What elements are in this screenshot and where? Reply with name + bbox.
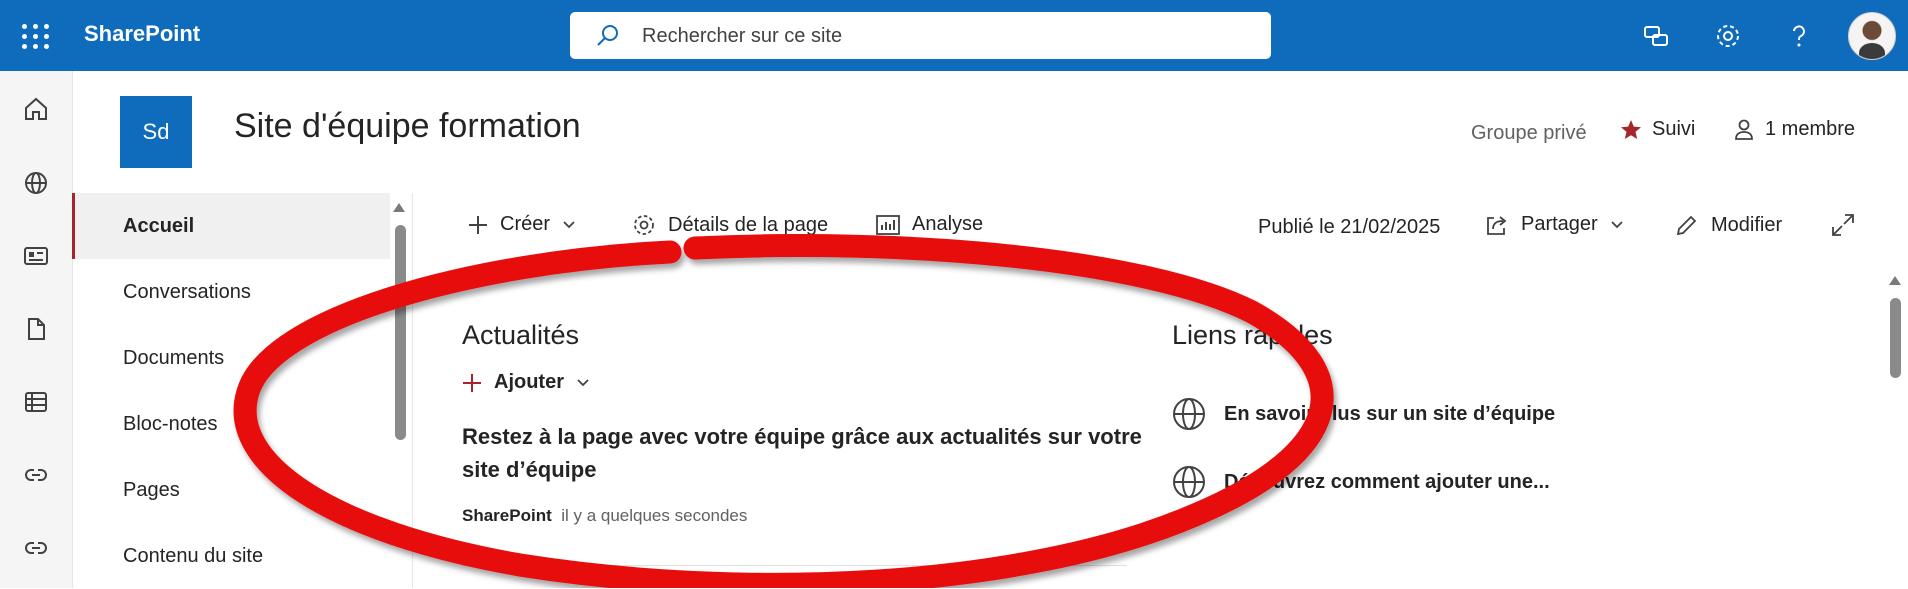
main-scroll-up-arrow[interactable] [1889, 276, 1901, 285]
members-button[interactable]: 1 membre [1733, 118, 1855, 141]
nav-item-documents[interactable]: Documents [72, 325, 390, 391]
globe-icon [1173, 398, 1205, 430]
command-bar: Créer Détails de la page Analyse Partage… [413, 193, 1908, 263]
document-icon[interactable] [20, 313, 52, 345]
share-icon [1487, 215, 1507, 235]
plus-icon [469, 215, 487, 234]
globe-icon [1173, 466, 1205, 498]
analytics-label: Analyse [912, 213, 984, 235]
nav-item-conversations[interactable]: Conversations [72, 259, 390, 325]
brand-name[interactable]: SharePoint [84, 21, 200, 47]
home-icon[interactable] [20, 93, 52, 125]
share-button[interactable]: Partager [1485, 213, 1624, 236]
help-icon[interactable] [1783, 20, 1815, 52]
feedback-icon[interactable] [1640, 20, 1672, 52]
expand-icon [1832, 214, 1854, 236]
add-news-label: Ajouter [494, 371, 564, 393]
site-title[interactable]: Site d'équipe formation [234, 107, 581, 146]
nav-item-contenu-du-site[interactable]: Contenu du site [72, 523, 390, 589]
follow-button[interactable]: Suivi [1620, 118, 1695, 141]
add-news-button[interactable]: Ajouter [462, 371, 590, 394]
person-icon [1735, 119, 1753, 140]
news-divider [462, 565, 1127, 566]
chart-icon [876, 214, 900, 235]
search-box[interactable] [570, 12, 1271, 59]
quick-link-label: En savoir plus sur un site d’équipe [1224, 402, 1556, 425]
nav-item-accueil[interactable]: Accueil [72, 193, 390, 259]
globe-icon[interactable] [20, 167, 52, 199]
expand-button[interactable] [1831, 213, 1855, 237]
chevron-down-icon [563, 220, 575, 228]
plus-icon [463, 373, 481, 392]
chevron-down-icon [577, 378, 589, 386]
news-meta: SharePoint il y a quelques secondes [462, 506, 747, 526]
site-navigation: Accueil Conversations Documents Bloc-not… [72, 193, 392, 588]
news-time: il y a quelques secondes [561, 506, 748, 525]
news-headline[interactable]: Restez à la page avec votre équipe grâce… [462, 420, 1142, 486]
members-label: 1 membre [1765, 118, 1856, 140]
page-details-label: Détails de la page [668, 213, 829, 236]
nav-item-bloc-notes[interactable]: Bloc-notes [72, 391, 390, 457]
link-icon[interactable] [20, 459, 52, 491]
follow-label: Suivi [1652, 118, 1696, 140]
nav-scroll-up-arrow[interactable] [393, 203, 405, 212]
news-author: SharePoint [462, 506, 552, 525]
app-bar [0, 71, 73, 588]
avatar[interactable] [1848, 12, 1896, 60]
privacy-label: Groupe privé [1471, 122, 1587, 144]
create-label: Créer [500, 213, 551, 235]
share-label: Partager [1521, 213, 1598, 235]
search-icon [597, 25, 618, 46]
link-icon-2[interactable] [20, 532, 52, 564]
edit-label: Modifier [1711, 213, 1783, 236]
star-icon [1621, 119, 1641, 139]
published-date: Publié le 21/02/2025 [1258, 216, 1441, 238]
quick-link-item[interactable]: Découvrez comment ajouter une... [1172, 465, 1550, 499]
site-logo[interactable]: Sd [120, 96, 192, 168]
chevron-down-icon [1611, 220, 1623, 228]
main-scrollbar-thumb[interactable] [1890, 298, 1901, 378]
gear-icon [634, 215, 654, 235]
analytics-button[interactable]: Analyse [876, 213, 983, 236]
pencil-icon [1676, 215, 1697, 236]
quick-link-item[interactable]: En savoir plus sur un site d’équipe [1172, 397, 1555, 431]
settings-icon[interactable] [1712, 20, 1744, 52]
create-button[interactable]: Créer [468, 213, 576, 236]
nav-item-pages[interactable]: Pages [72, 457, 390, 523]
search-input[interactable] [640, 20, 1244, 52]
news-section-title: Actualités [462, 320, 580, 350]
list-icon[interactable] [20, 386, 52, 418]
news-icon[interactable] [20, 240, 52, 272]
quick-links-title: Liens rapides [1172, 320, 1333, 350]
page-details-button[interactable]: Détails de la page [632, 213, 828, 237]
app-launcher-icon[interactable] [18, 18, 54, 54]
quick-link-label: Découvrez comment ajouter une... [1224, 470, 1550, 493]
nav-scrollbar-thumb[interactable] [395, 225, 406, 440]
suite-header: SharePoint [0, 0, 1908, 71]
edit-button[interactable]: Modifier [1675, 213, 1782, 237]
